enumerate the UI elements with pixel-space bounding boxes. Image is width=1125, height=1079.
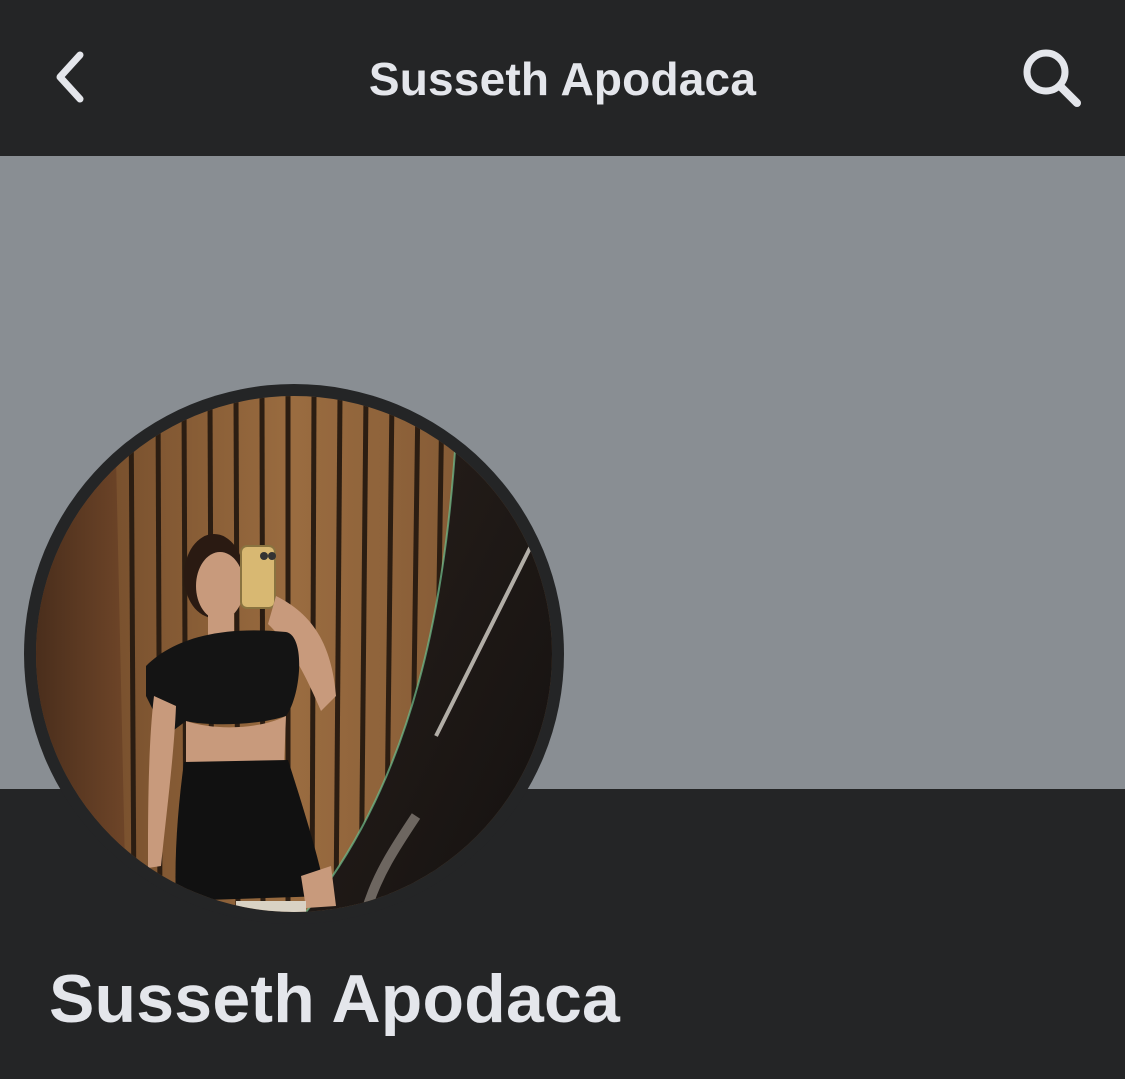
profile-name: Susseth Apodaca <box>49 961 621 1037</box>
profile-picture[interactable] <box>36 396 552 912</box>
profile-screen: Susseth Apodaca Susseth Apodaca <box>0 0 1125 1079</box>
search-icon <box>1020 46 1084 115</box>
search-button[interactable] <box>1012 44 1092 116</box>
top-navigation-bar: Susseth Apodaca <box>0 0 1125 156</box>
header-title: Susseth Apodaca <box>368 53 757 105</box>
profile-photo-image <box>36 396 552 912</box>
